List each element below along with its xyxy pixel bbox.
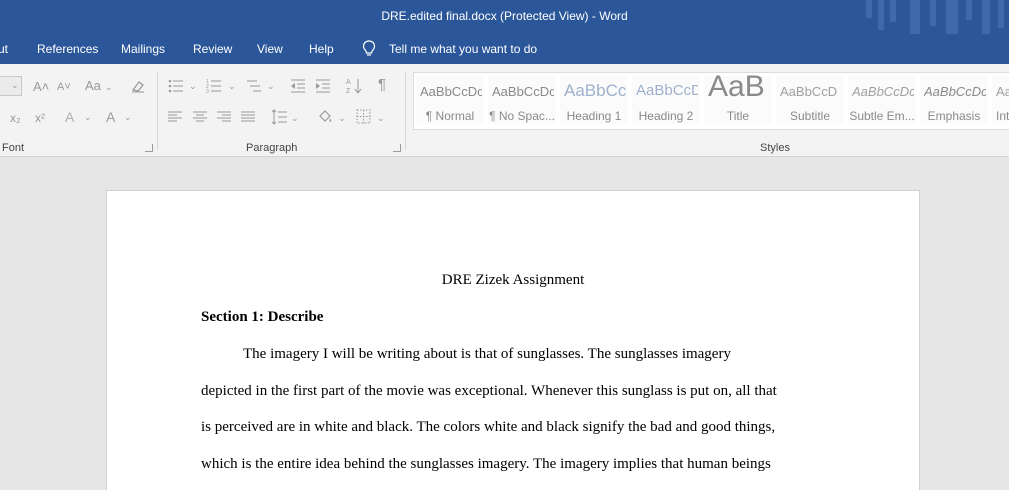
style-sample: AaBbCcDc	[852, 84, 914, 99]
tab-references[interactable]: References	[37, 42, 98, 56]
window-title: DRE.edited final.docx (Protected View) -…	[381, 9, 628, 23]
style-title[interactable]: AaB Title	[704, 70, 772, 124]
style-name: Int	[996, 109, 1009, 123]
grow-font-icon[interactable]: A˄	[33, 79, 49, 95]
title-bar: DRE.edited final.docx (Protected View) -…	[0, 0, 1009, 34]
style-name: Title	[726, 109, 750, 123]
paragraph-line: The imagery I will be writing about is t…	[243, 346, 731, 362]
title-bar-pattern	[966, 0, 972, 20]
chevron-down-icon: ⌄	[11, 80, 19, 90]
chevron-down-icon[interactable]: ⌄	[124, 109, 132, 125]
style-subtitle[interactable]: AaBbCcD Subtitle	[776, 76, 844, 124]
font-group-label: Font	[2, 142, 25, 154]
title-bar-pattern	[890, 0, 896, 22]
text-effects-icon[interactable]: A	[65, 109, 74, 125]
document-title: DRE Zizek Assignment	[441, 272, 585, 288]
group-divider	[157, 72, 158, 150]
shading-icon[interactable]	[317, 109, 333, 125]
title-bar-pattern	[910, 0, 920, 34]
title-bar-pattern	[982, 0, 990, 34]
style-heading-2[interactable]: AaBbCcD Heading 2	[632, 76, 700, 124]
tab-review[interactable]: Review	[193, 42, 232, 56]
align-left-icon[interactable]	[168, 110, 182, 124]
tell-me-search[interactable]: Tell me what you want to do	[389, 42, 537, 56]
style-name: Emphasis	[927, 109, 981, 123]
line-spacing-icon[interactable]	[271, 109, 287, 125]
tab-view[interactable]: View	[257, 42, 283, 56]
title-bar-pattern	[998, 0, 1004, 28]
style-sample: AaBbCc	[564, 81, 626, 100]
style-heading-1[interactable]: AaBbCc Heading 1	[560, 76, 628, 124]
font-dialog-launcher-icon[interactable]	[145, 144, 153, 152]
style-no-spacing[interactable]: AaBbCcDc ¶ No Spac...	[488, 76, 556, 124]
multilevel-list-icon[interactable]	[246, 78, 262, 94]
style-sample: AaBbCcDc	[924, 84, 986, 99]
style-sample: AaB	[708, 70, 765, 103]
document-page[interactable]: DRE Zizek Assignment Section 1: Describe…	[106, 190, 920, 490]
style-name: ¶ No Spac...	[489, 109, 555, 123]
style-intense-emphasis[interactable]: Aa Int	[992, 76, 1009, 124]
svg-text:Z: Z	[346, 88, 351, 95]
chevron-down-icon[interactable]: ⌄	[291, 110, 299, 126]
style-sample: AaBbCcDc	[420, 84, 482, 99]
chevron-down-icon[interactable]: ⌄	[105, 79, 113, 95]
justify-icon[interactable]	[241, 110, 255, 124]
align-right-icon[interactable]	[217, 110, 231, 124]
superscript-icon[interactable]: x²	[35, 110, 45, 126]
chevron-down-icon[interactable]: ⌄	[228, 78, 236, 94]
style-sample: AaBbCcD	[636, 82, 698, 99]
style-sample: AaBbCcDc	[492, 84, 554, 99]
increase-indent-icon[interactable]	[315, 78, 331, 94]
chevron-down-icon[interactable]: ⌄	[377, 110, 385, 126]
chevron-down-icon[interactable]: ⌄	[84, 109, 92, 125]
paragraph-group-label: Paragraph	[246, 142, 298, 154]
group-divider	[405, 72, 406, 150]
ribbon-tabs: ut References Mailings Review View Help …	[0, 34, 1009, 64]
shrink-font-icon[interactable]: A˅	[57, 79, 71, 95]
section-heading: Section 1: Describe	[201, 309, 324, 325]
decrease-indent-icon[interactable]	[290, 78, 306, 94]
title-bar-pattern	[878, 0, 884, 30]
title-bar-pattern	[866, 0, 872, 18]
align-center-icon[interactable]	[193, 110, 207, 124]
font-size-dropdown[interactable]: ⌄	[0, 76, 22, 96]
change-case-icon[interactable]: Aa	[85, 78, 101, 94]
chevron-down-icon[interactable]: ⌄	[338, 110, 346, 126]
lightbulb-icon[interactable]	[362, 40, 376, 58]
tab-mailings[interactable]: Mailings	[121, 42, 165, 56]
bullets-icon[interactable]	[168, 78, 184, 94]
font-color-icon[interactable]: A	[106, 109, 115, 125]
tab-help[interactable]: Help	[309, 42, 334, 56]
style-name: ¶ Normal	[425, 109, 475, 123]
tab-layout[interactable]: ut	[0, 42, 8, 56]
subscript-icon[interactable]: x₂	[10, 110, 21, 126]
numbering-icon[interactable]: 1 2 3	[206, 78, 222, 94]
chevron-down-icon[interactable]: ⌄	[189, 78, 197, 94]
style-sample: AaBbCcD	[780, 84, 838, 99]
title-bar-pattern	[946, 0, 958, 34]
styles-group-label: Styles	[760, 142, 790, 154]
ribbon: ⌄ A˄ A˅ Aa ⌄ x₂ x² A ⌄ A ⌄ Font ⌄ 1 2 3 …	[0, 64, 1009, 157]
svg-text:A: A	[346, 79, 351, 86]
title-bar-pattern	[930, 0, 936, 26]
style-emphasis[interactable]: AaBbCcDc Emphasis	[920, 76, 988, 124]
paragraph-line: depicted in the first part of the movie …	[201, 383, 777, 399]
style-normal[interactable]: AaBbCcDc ¶ Normal	[416, 76, 484, 124]
chevron-down-icon[interactable]: ⌄	[267, 78, 275, 94]
svg-text:3: 3	[206, 89, 209, 94]
style-name: Heading 2	[638, 109, 694, 123]
style-name: Subtle Em...	[849, 109, 915, 123]
paragraph-dialog-launcher-icon[interactable]	[393, 144, 401, 152]
style-name: Heading 1	[566, 109, 622, 123]
borders-icon[interactable]	[356, 109, 371, 124]
show-formatting-marks-icon[interactable]: ¶	[378, 77, 386, 93]
paragraph-line: which is the entire idea behind the sung…	[201, 456, 771, 472]
style-subtle-emphasis[interactable]: AaBbCcDc Subtle Em...	[848, 76, 916, 124]
paragraph-line: is perceived are in white and black. The…	[201, 419, 776, 435]
style-name: Subtitle	[789, 109, 831, 123]
style-sample: Aa	[996, 84, 1009, 99]
clear-formatting-icon[interactable]	[130, 78, 146, 94]
sort-icon[interactable]: A Z	[346, 77, 362, 95]
document-canvas[interactable]: DRE Zizek Assignment Section 1: Describe…	[0, 157, 1009, 490]
